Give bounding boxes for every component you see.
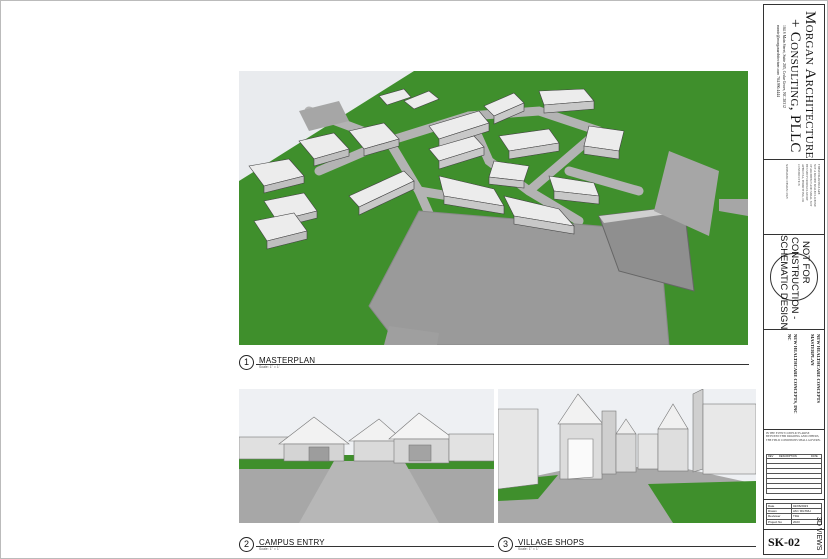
view-number: 2 bbox=[239, 537, 254, 552]
view-scale: Scale: 1" = 1' bbox=[518, 547, 539, 551]
stamp-line3: SCHEMATIC DESIGN bbox=[778, 235, 789, 330]
project-cell: NEW HEALTHCARE CONCEPTS MASTERPLAN NEW H… bbox=[764, 330, 824, 430]
license-note: NOT A SIGNED SEALED LICENSE bbox=[813, 164, 816, 207]
view-number: 3 bbox=[498, 537, 513, 552]
village-shops-label: 3 VILLAGE SHOPS Scale: 1" = 1' bbox=[498, 537, 756, 555]
license-note: BE USED FOR REGULATORY bbox=[805, 164, 808, 201]
village-shops-render bbox=[498, 389, 756, 523]
village-shops-drawing bbox=[498, 389, 756, 523]
license-notes-cell: THESE DRAWINGS ARE NOT A SIGNED SEALED L… bbox=[764, 160, 824, 235]
stamp-line2: CONSTRUCTION - bbox=[789, 237, 800, 320]
view-title: MASTERPLAN bbox=[259, 356, 316, 365]
masterplan-drawing bbox=[239, 71, 748, 345]
campus-entry-drawing bbox=[239, 389, 494, 523]
stamp-line1: NOT FOR bbox=[800, 241, 811, 284]
license-note: OF ARCHITECT AND SHALL NOT bbox=[809, 164, 812, 207]
title-block: Morgan Architecture + Consulting, PLLC 1… bbox=[763, 4, 825, 555]
sheet-title: 3D VIEWS bbox=[815, 517, 822, 551]
license-note: CONSTRUCTION bbox=[797, 164, 800, 186]
revisions-cell: IN THE EVENT CONFLICTS ARISE BETWEEN THI… bbox=[764, 430, 824, 500]
masterplan-render bbox=[239, 71, 748, 345]
view-number: 1 bbox=[239, 355, 254, 370]
stamp-cell: NOT FOR CONSTRUCTION - SCHEMATIC DESIGN bbox=[764, 235, 824, 330]
masterplan-label: 1 MASTERPLAN Scale: 1" = 1' bbox=[239, 355, 749, 373]
campus-entry-label: 2 CAMPUS ENTRY Scale: 1" = 1' bbox=[239, 537, 494, 555]
view-scale: Scale: 1" = 1' bbox=[259, 365, 280, 369]
firm-address: 104 S Main Street, Suite 205, Cedar Grov… bbox=[782, 25, 786, 108]
view-scale: Scale: 1" = 1' bbox=[259, 547, 280, 551]
license-footer: SCHEMATIC DESIGN ONLY bbox=[785, 164, 788, 199]
license-note: APPROVAL, PERMITTING, OR bbox=[801, 164, 804, 203]
copyright-note: IN THE EVENT CONFLICTS ARISE BETWEEN THI… bbox=[766, 432, 821, 442]
sheet-number: SK-02 bbox=[768, 535, 801, 549]
firm-name-line2: + Consulting, PLLC bbox=[787, 19, 803, 153]
firm-name-line1: Morgan Architecture bbox=[802, 11, 818, 159]
view-title: CAMPUS ENTRY bbox=[259, 538, 325, 547]
firm-cell: Morgan Architecture + Consulting, PLLC 1… bbox=[764, 5, 824, 160]
project-location: NC bbox=[787, 334, 792, 341]
project-name-line2: MASTERPLAN bbox=[810, 334, 815, 366]
project-name-line1: NEW HEALTHCARE CONCEPTS bbox=[816, 334, 821, 404]
license-note: THESE DRAWINGS ARE bbox=[817, 164, 820, 195]
campus-entry-render bbox=[239, 389, 494, 523]
firm-contact: ronnie@morganarchitecture.com 704.990.44… bbox=[776, 25, 780, 97]
view-title: VILLAGE SHOPS bbox=[518, 538, 585, 547]
project-client: NEW HEALTHCARE CONCEPTS, INC bbox=[793, 334, 798, 414]
view-underline bbox=[256, 364, 749, 365]
info-row: Project No 2023 bbox=[766, 519, 822, 525]
